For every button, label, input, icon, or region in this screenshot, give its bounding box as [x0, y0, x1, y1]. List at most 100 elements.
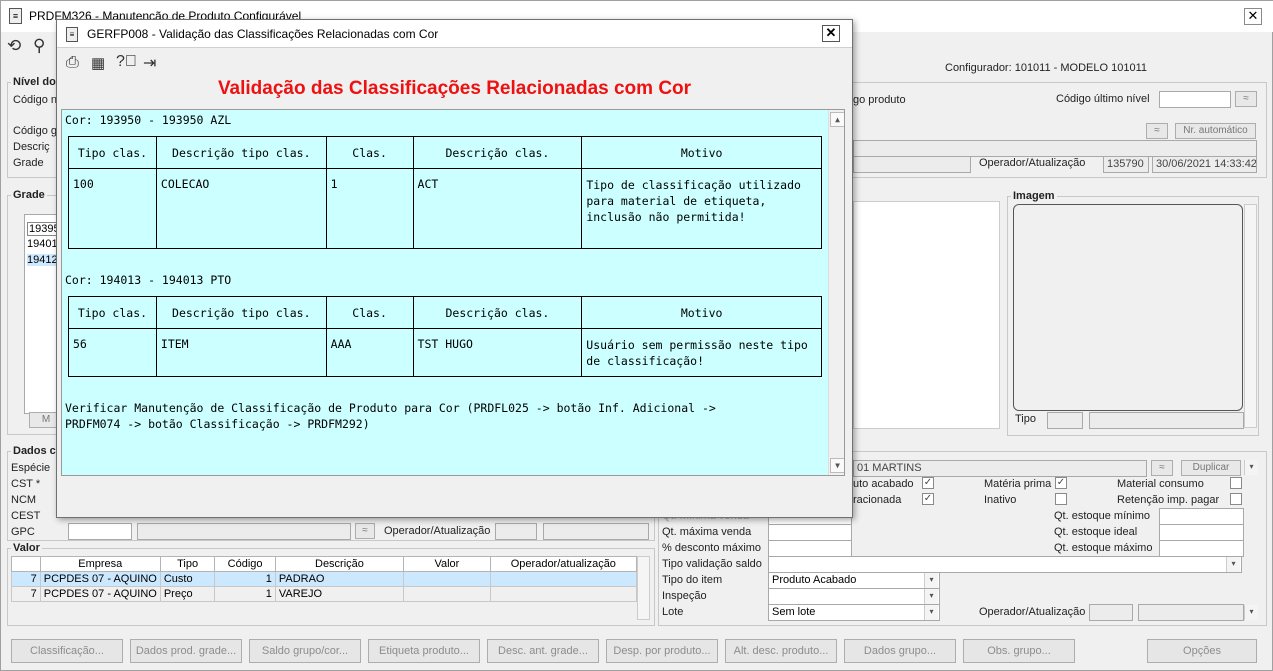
valor-table-scrollbar[interactable] — [637, 556, 650, 620]
exit-icon[interactable]: ⇥ — [143, 53, 156, 73]
estoque-ideal-input[interactable] — [1159, 524, 1244, 541]
valor-group-title: Valor — [11, 542, 42, 554]
classification-header-row: Tipo clas. Descrição tipo clas. Clas. De… — [68, 296, 822, 329]
inspecao-select[interactable] — [768, 588, 940, 605]
image-scrollbar[interactable] — [1244, 204, 1257, 428]
valor-header — [11, 556, 41, 572]
grade-group-title: Grade — [11, 189, 47, 201]
main-close-button[interactable]: ✕ — [1244, 8, 1262, 25]
saldo-grupo-cor-button[interactable]: Saldo grupo/cor... — [249, 639, 361, 663]
classification-header: Descrição tipo clas. — [155, 136, 327, 169]
lote-select[interactable]: Sem lote — [768, 604, 940, 621]
tipo-validacao-dropdown-icon[interactable]: ▾ — [1226, 557, 1240, 572]
estoque-max-label: Qt. estoque máximo — [1054, 542, 1153, 554]
retencao-label: Retenção imp. pagar — [1117, 494, 1220, 506]
tipo-validacao-label: Tipo validação saldo — [662, 558, 762, 570]
refresh-icon[interactable]: ⟲ — [7, 36, 21, 56]
tipo-field — [1047, 412, 1083, 429]
desp-por-produto-button[interactable]: Desp. por produto... — [606, 639, 718, 663]
valor-empresa: PCPDES 07 - AQUINO — [39, 586, 161, 602]
inspecao-label: Inspeção — [662, 590, 707, 602]
grade-field — [853, 156, 971, 173]
lote-operador-field — [1089, 604, 1133, 621]
duplicar-button[interactable]: Duplicar — [1181, 460, 1241, 476]
lookup-button[interactable]: ≈ — [1146, 123, 1168, 139]
valor-header: Valor — [403, 556, 491, 572]
opcoes-button[interactable]: Opções — [1147, 639, 1257, 663]
materia-prima-label: Matéria prima — [984, 478, 1052, 490]
search-icon[interactable]: ⚲ — [33, 36, 45, 56]
classificacao-button[interactable]: Classificação... — [11, 639, 123, 663]
estoque-min-label: Qt. estoque mínimo — [1054, 510, 1150, 522]
tipo-validacao-select[interactable] — [768, 556, 1242, 573]
print-icon[interactable]: ⎙ — [66, 54, 79, 72]
valor-table[interactable]: Empresa Tipo Código Descrição Valor Oper… — [11, 556, 638, 602]
valor-descricao: PADRAO — [274, 571, 405, 587]
operador-label: Operador/Atualização — [979, 157, 1086, 169]
nr-automatico-button[interactable]: Nr. automático — [1175, 123, 1256, 139]
cor-line: Cor: 194013 - 194013 PTO — [65, 273, 232, 287]
relacionada-checkbox[interactable]: ✓ — [922, 493, 934, 505]
retencao-checkbox[interactable] — [1230, 493, 1242, 505]
imagem-group-title: Imagem — [1011, 190, 1057, 202]
classification-header: Motivo — [581, 296, 822, 329]
martins-lookup-button[interactable]: ≈ — [1151, 460, 1173, 476]
calendar-icon[interactable]: ▦ — [91, 54, 105, 72]
alt-desc-produto-button[interactable]: Alt. desc. produto... — [725, 639, 837, 663]
tipo-item-dropdown-icon[interactable]: ▾ — [924, 573, 938, 588]
dados-prod-grade-button[interactable]: Dados prod. grade... — [130, 639, 242, 663]
relacionada-label: racionada — [853, 494, 902, 506]
clas-cell: 1 — [325, 168, 414, 249]
classification-table: Tipo clas. Descrição tipo clas. Clas. De… — [68, 296, 822, 377]
martins-dropdown-icon[interactable]: ▾ — [1244, 460, 1258, 475]
operador-id: 135790 — [1103, 156, 1149, 173]
configurador-label: Configurador: 101011 - MODELO 101011 — [945, 62, 1147, 74]
desc-ant-grade-button[interactable]: Desc. ant. grade... — [487, 639, 599, 663]
qt-max-venda-input[interactable] — [768, 524, 852, 541]
dialog-title: GERFP008 - Validação das Classificações … — [87, 27, 439, 41]
grade-panel — [853, 201, 1000, 429]
obs-grupo-button[interactable]: Obs. grupo... — [963, 639, 1075, 663]
content-scrollbar[interactable]: ▲ ▼ — [828, 110, 844, 475]
grade-list-item[interactable]: 19412 — [27, 254, 58, 266]
gpc-input[interactable] — [68, 523, 132, 540]
lote-data-field — [1138, 604, 1244, 621]
gpc-data-field — [543, 523, 649, 540]
lote-dropdown-icon[interactable]: ▾ — [924, 605, 938, 620]
estoque-max-input[interactable] — [1159, 540, 1244, 557]
inspecao-dropdown-icon[interactable]: ▾ — [924, 589, 938, 604]
tipo-desc-field — [1089, 412, 1244, 429]
materia-prima-checkbox[interactable]: ✓ — [1055, 477, 1067, 489]
dialog-close-button[interactable]: ✕ — [822, 25, 840, 42]
tipo-item-label: Tipo do item — [662, 574, 723, 586]
grade-list-item[interactable]: 19401 — [27, 238, 58, 250]
qt-max-venda-label: Qt. máxima venda — [662, 526, 752, 538]
table-row[interactable]: 7 PCPDES 07 - AQUINO Custo 1 PADRAO — [11, 571, 638, 587]
codigo-ultimo-nivel-input[interactable] — [1159, 91, 1231, 108]
estoque-ideal-label: Qt. estoque ideal — [1054, 526, 1138, 538]
estoque-min-input[interactable] — [1159, 508, 1244, 525]
cest-label: CEST — [11, 510, 41, 522]
gpc-label: GPC — [11, 526, 35, 538]
help-icon[interactable]: ?⃝ — [116, 53, 137, 71]
acabado-label: uto acabado — [853, 478, 914, 490]
desconto-max-input[interactable] — [768, 540, 852, 557]
scroll-up-icon[interactable]: ▲ — [830, 112, 844, 127]
tipo-clas-cell: 56 — [68, 328, 157, 377]
etiqueta-produto-button[interactable]: Etiqueta produto... — [368, 639, 480, 663]
table-row[interactable]: 7 PCPDES 07 - AQUINO Preço 1 VAREJO — [11, 586, 638, 602]
tipo-item-select[interactable]: Produto Acabado — [768, 572, 940, 589]
lote-operador-label: Operador/Atualização — [979, 606, 1086, 618]
gpc-lookup-button[interactable]: ≈ — [355, 523, 375, 539]
ultimo-nivel-lookup-button[interactable]: ≈ — [1235, 91, 1257, 107]
acabado-checkbox[interactable]: ✓ — [922, 477, 934, 489]
valor-valor — [403, 586, 491, 602]
clas-cell: AAA — [325, 328, 414, 377]
lote-data-dropdown-icon[interactable]: ▾ — [1244, 605, 1258, 620]
dialog-heading: Validação das Classificações Relacionada… — [217, 78, 692, 99]
scroll-down-icon[interactable]: ▼ — [830, 458, 844, 473]
inativo-checkbox[interactable] — [1055, 493, 1067, 505]
material-consumo-checkbox[interactable] — [1230, 477, 1242, 489]
operador-data: 30/06/2021 14:33:42 — [1152, 156, 1257, 173]
dados-grupo-button[interactable]: Dados grupo... — [844, 639, 956, 663]
